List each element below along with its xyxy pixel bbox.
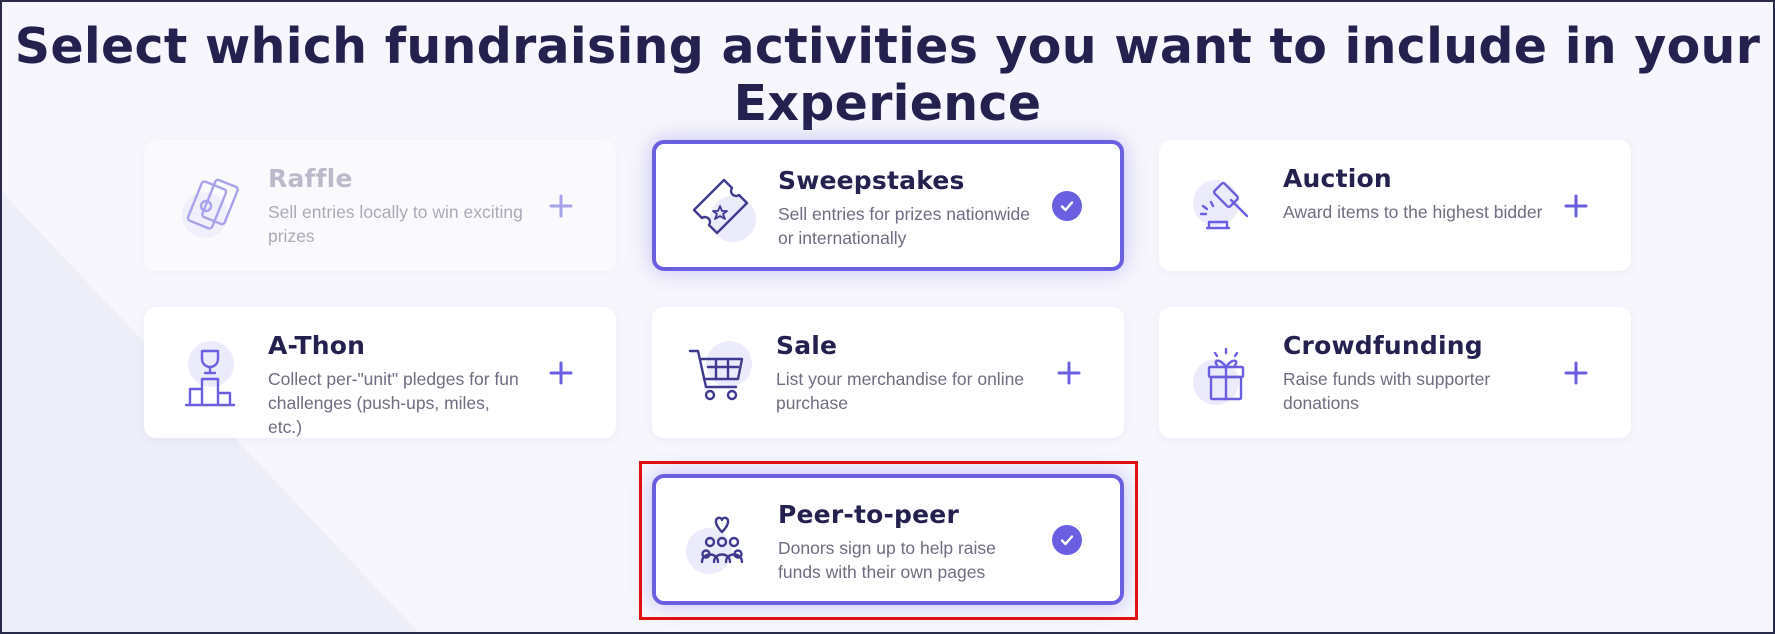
card-description: Award items to the highest bidder — [1283, 202, 1543, 222]
card-description: Sell entries for prizes nationwide or in… — [778, 204, 1030, 248]
plus-icon — [1564, 194, 1588, 217]
gift-box-icon — [1189, 337, 1265, 413]
add-raffle-button[interactable] — [546, 191, 576, 221]
activity-card-raffle[interactable]: Raffle Sell entries locally to win excit… — [144, 140, 616, 271]
card-title: Raffle — [268, 164, 353, 193]
page-title: Select which fundraising activities you … — [14, 18, 1761, 132]
plus-icon — [549, 194, 573, 217]
card-title: Sale — [776, 331, 838, 360]
plus-icon — [1057, 361, 1081, 384]
card-description: Collect per-"unit" pledges for fun chall… — [268, 369, 519, 437]
auction-gavel-icon — [1189, 170, 1265, 246]
activity-card-sale[interactable]: Sale List your merchandise for online pu… — [652, 307, 1124, 438]
add-sale-button[interactable] — [1054, 358, 1084, 388]
shopping-cart-icon — [682, 337, 758, 413]
plus-icon — [1564, 361, 1588, 384]
card-description: List your merchandise for online purchas… — [776, 369, 1025, 413]
add-auction-button[interactable] — [1561, 191, 1591, 221]
checkmark-icon — [1060, 200, 1074, 211]
activity-selection-screen: Select which fundraising activities you … — [0, 0, 1775, 634]
add-crowdfunding-button[interactable] — [1561, 358, 1591, 388]
card-description: Raise funds with supporter donations — [1283, 369, 1491, 413]
trophy-podium-icon — [174, 337, 250, 413]
raffle-tickets-icon — [174, 170, 250, 246]
card-title: A-Thon — [268, 331, 366, 360]
activity-card-auction[interactable]: Auction Award items to the highest bidde… — [1159, 140, 1631, 271]
activity-card-crowdfunding[interactable]: Crowdfunding Raise funds with supporter … — [1159, 307, 1631, 438]
add-a-thon-button[interactable] — [546, 358, 576, 388]
plus-icon — [549, 361, 573, 384]
card-title: Sweepstakes — [778, 166, 965, 195]
sweepstakes-ticket-icon — [684, 172, 760, 248]
activity-card-sweepstakes[interactable]: Sweepstakes Sell entries for prizes nati… — [652, 140, 1124, 271]
card-description: Sell entries locally to win exciting pri… — [268, 202, 523, 246]
card-title: Crowdfunding — [1283, 331, 1483, 360]
focus-highlight-box — [639, 461, 1138, 620]
activity-card-a-thon[interactable]: A-Thon Collect per-"unit" pledges for fu… — [144, 307, 616, 438]
selected-sweepstakes-toggle[interactable] — [1052, 190, 1082, 221]
card-title: Auction — [1283, 164, 1392, 193]
